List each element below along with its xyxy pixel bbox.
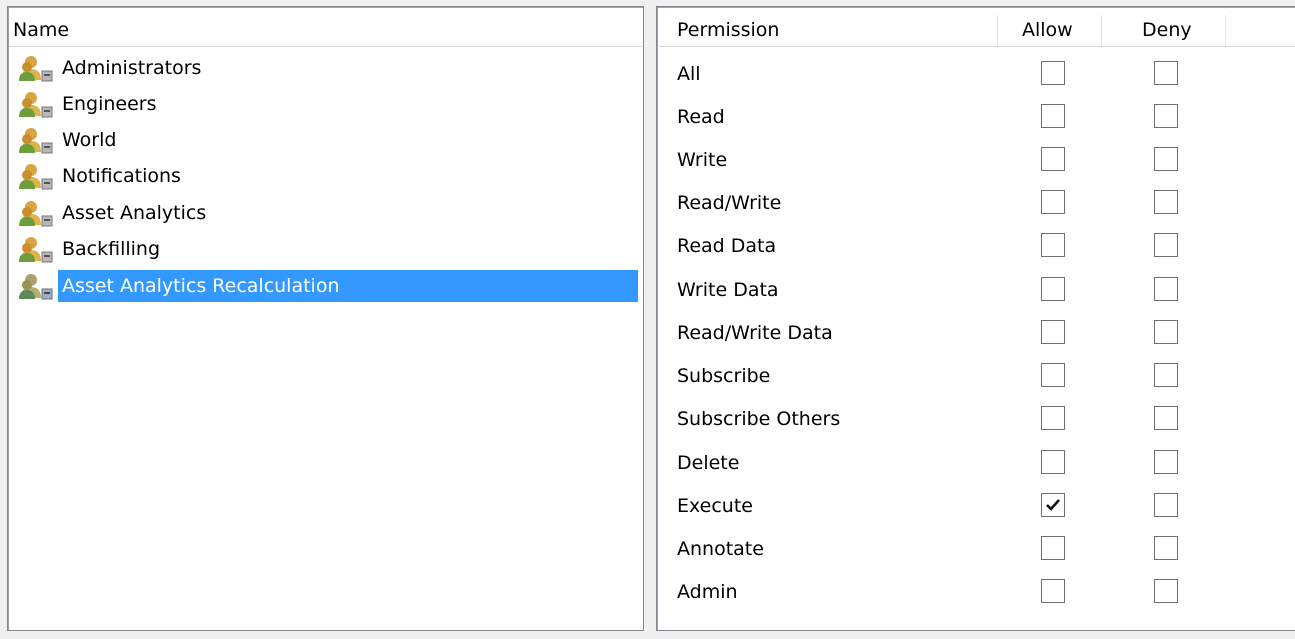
deny-checkbox[interactable] — [1154, 493, 1178, 517]
checkmark-icon — [1046, 499, 1060, 511]
permission-row: Read/Write — [657, 182, 1295, 224]
user-group-icon — [16, 89, 58, 119]
group-row-administrators[interactable]: Administrators — [16, 51, 205, 85]
group-label: Asset Analytics Recalculation — [58, 270, 638, 302]
group-row-asset-analytics[interactable]: Asset Analytics — [16, 196, 210, 230]
group-label: World — [62, 129, 117, 151]
allow-column-header[interactable]: Allow — [998, 15, 1102, 46]
user-group-icon — [16, 125, 58, 155]
allow-checkbox[interactable] — [1041, 450, 1065, 474]
allow-checkbox[interactable] — [1041, 363, 1065, 387]
user-group-icon — [16, 53, 58, 83]
permission-label: Write — [677, 149, 728, 171]
allow-checkbox[interactable] — [1041, 579, 1065, 603]
group-label: Engineers — [62, 93, 157, 115]
permission-row: Read/Write Data — [657, 312, 1295, 354]
deny-checkbox[interactable] — [1154, 450, 1178, 474]
allow-checkbox[interactable] — [1041, 320, 1065, 344]
group-label: Notifications — [62, 165, 181, 187]
deny-checkbox[interactable] — [1154, 579, 1178, 603]
permissions-table-header: Permission Allow Deny — [659, 15, 1295, 47]
permission-row: Execute — [657, 485, 1295, 527]
allow-checkbox[interactable] — [1041, 536, 1065, 560]
deny-checkbox[interactable] — [1154, 190, 1178, 214]
permission-row: All — [657, 53, 1295, 95]
permission-row: Read — [657, 96, 1295, 138]
permission-label: Write Data — [677, 279, 779, 301]
permission-row: Write Data — [657, 269, 1295, 311]
group-label: Asset Analytics — [62, 202, 207, 224]
permission-column-header[interactable]: Permission — [659, 15, 998, 46]
deny-checkbox[interactable] — [1154, 233, 1178, 257]
permission-label: Execute — [677, 495, 753, 517]
permission-row: Read Data — [657, 225, 1295, 267]
group-row-world[interactable]: World — [16, 123, 120, 157]
deny-checkbox[interactable] — [1154, 406, 1178, 430]
allow-checkbox[interactable] — [1041, 493, 1065, 517]
user-group-icon — [16, 271, 58, 301]
allow-checkbox[interactable] — [1041, 190, 1065, 214]
permission-row: Admin — [657, 571, 1295, 613]
empty-column-header — [1226, 15, 1295, 46]
permission-label: Read/Write Data — [677, 322, 833, 344]
group-label: Backfilling — [62, 238, 161, 260]
permission-label: Read/Write — [677, 192, 782, 214]
deny-checkbox[interactable] — [1154, 320, 1178, 344]
deny-checkbox[interactable] — [1154, 536, 1178, 560]
allow-checkbox[interactable] — [1041, 104, 1065, 128]
allow-checkbox[interactable] — [1041, 233, 1065, 257]
permission-row: Subscribe — [657, 355, 1295, 397]
deny-checkbox[interactable] — [1154, 147, 1178, 171]
permission-row: Delete — [657, 442, 1295, 484]
allow-checkbox[interactable] — [1041, 406, 1065, 430]
groups-list[interactable]: Name Administrators Engineers World Noti… — [7, 6, 644, 631]
permission-label: Read — [677, 106, 725, 128]
permission-row: Annotate — [657, 528, 1295, 570]
deny-checkbox[interactable] — [1154, 277, 1178, 301]
name-column-header[interactable]: Name — [9, 15, 642, 46]
group-row-engineers[interactable]: Engineers — [16, 87, 161, 121]
permission-row: Write — [657, 139, 1295, 181]
permission-row: Subscribe Others — [657, 398, 1295, 440]
group-row-asset-analytics-recalculation[interactable]: Asset Analytics Recalculation — [16, 269, 638, 303]
allow-checkbox[interactable] — [1041, 147, 1065, 171]
allow-checkbox[interactable] — [1041, 61, 1065, 85]
allow-checkbox[interactable] — [1041, 277, 1065, 301]
permission-label: Admin — [677, 581, 738, 603]
permission-label: Subscribe — [677, 365, 771, 387]
permission-label: Annotate — [677, 538, 764, 560]
user-group-icon — [16, 234, 58, 264]
group-label: Administrators — [62, 57, 202, 79]
permission-label: Delete — [677, 452, 740, 474]
deny-checkbox[interactable] — [1154, 363, 1178, 387]
permission-label: All — [677, 63, 701, 85]
deny-column-header[interactable]: Deny — [1102, 15, 1226, 46]
permission-label: Read Data — [677, 235, 777, 257]
user-group-icon — [16, 161, 58, 191]
deny-checkbox[interactable] — [1154, 61, 1178, 85]
permission-label: Subscribe Others — [677, 408, 841, 430]
group-row-notifications[interactable]: Notifications — [16, 159, 185, 193]
groups-list-header: Name — [9, 15, 642, 47]
permissions-table: Permission Allow Deny All Read Write Rea… — [656, 6, 1295, 631]
deny-checkbox[interactable] — [1154, 104, 1178, 128]
group-row-backfilling[interactable]: Backfilling — [16, 232, 164, 266]
user-group-icon — [16, 198, 58, 228]
